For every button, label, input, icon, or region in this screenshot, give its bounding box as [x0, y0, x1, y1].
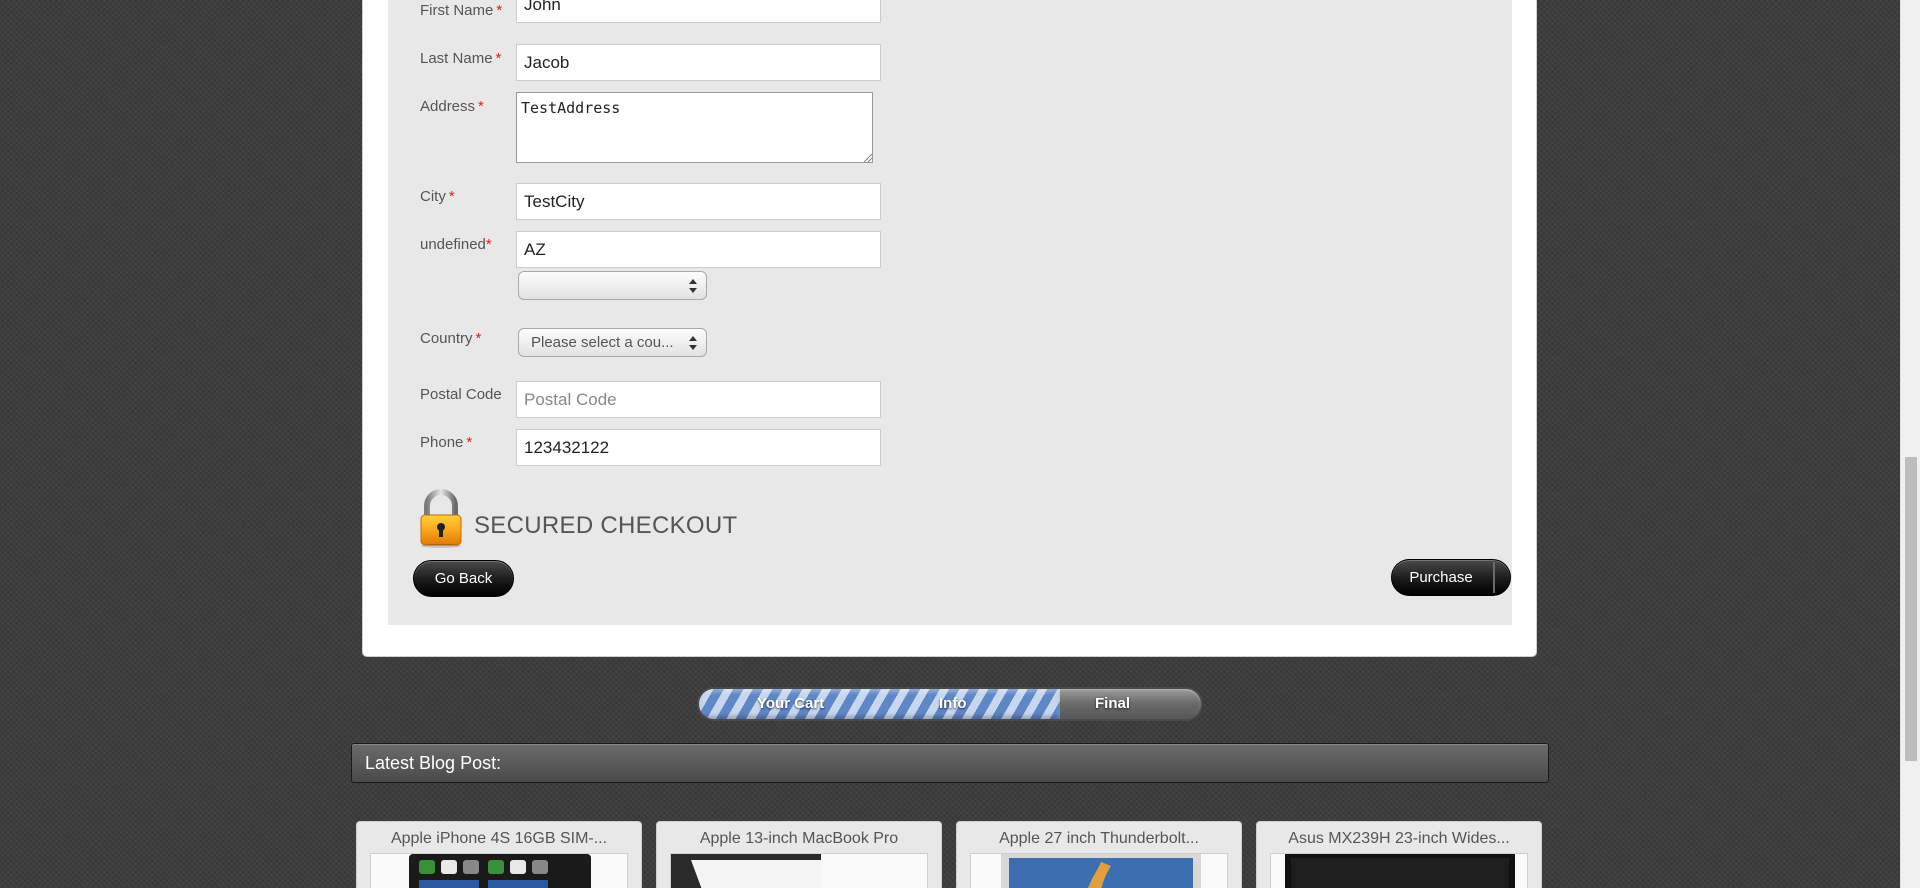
blog-thumbnail[interactable] — [670, 853, 928, 888]
state-input[interactable] — [516, 231, 881, 268]
page-scrollbar[interactable] — [1900, 0, 1920, 888]
first-name-label-text: First Name — [420, 2, 494, 19]
last-name-input[interactable] — [516, 44, 881, 81]
blog-card-title[interactable]: Asus MX239H 23-inch Wides... — [1257, 830, 1541, 848]
resize-grip[interactable] — [864, 154, 872, 162]
required-marker: * — [448, 188, 455, 205]
button-divider — [1493, 562, 1495, 593]
blog-card[interactable]: Apple 13-inch MacBook Pro — [656, 821, 942, 888]
required-marker: * — [466, 434, 473, 451]
postal-code-input[interactable] — [516, 381, 881, 418]
select-arrows-icon — [689, 279, 697, 293]
step-your-cart: Your Cart — [757, 695, 825, 712]
state-label-text: undefined — [420, 236, 486, 253]
last-name-label-text: Last Name — [420, 50, 493, 67]
required-marker: * — [478, 98, 484, 115]
checkout-card: First Name* Last Name* Address* TestAddr… — [362, 0, 1537, 657]
postal-code-label-text: Postal Code — [420, 386, 502, 403]
blog-card-title[interactable]: Apple 13-inch MacBook Pro — [657, 830, 941, 848]
address-textarea[interactable]: TestAddress — [516, 92, 873, 163]
city-label-text: City — [420, 188, 446, 205]
first-name-input[interactable] — [516, 0, 881, 23]
required-marker: * — [475, 330, 482, 347]
padlock-icon — [418, 489, 464, 549]
last-name-label: Last Name * — [420, 50, 501, 67]
country-label: Country * — [420, 330, 481, 347]
phone-input[interactable] — [516, 429, 881, 466]
scrollbar-thumb[interactable] — [1905, 457, 1917, 761]
go-back-label: Go Back — [434, 570, 493, 587]
required-marker: * — [495, 50, 502, 67]
address-label: Address * — [420, 98, 484, 115]
blog-card-title[interactable]: Apple 27 inch Thunderbolt... — [957, 830, 1241, 848]
blog-thumbnail[interactable] — [970, 853, 1228, 888]
city-input[interactable] — [516, 183, 881, 220]
secured-checkout-title: SECURED CHECKOUT — [474, 512, 738, 539]
postal-code-label: Postal Code — [420, 386, 502, 403]
checkout-progress-bar: Your Cart Info Final — [697, 687, 1203, 721]
blog-card-title[interactable]: Apple iPhone 4S 16GB SIM-... — [357, 830, 641, 848]
country-select[interactable]: Please select a cou... — [518, 328, 707, 357]
purchase-button[interactable]: Purchase — [1391, 559, 1511, 596]
latest-blog-header: Latest Blog Post: — [351, 743, 1549, 783]
required-marker: * — [485, 236, 492, 253]
purchase-label: Purchase — [1409, 569, 1473, 586]
address-label-text: Address — [420, 98, 476, 115]
state-select[interactable] — [518, 271, 707, 300]
progress-fill — [699, 689, 1061, 719]
blog-thumbnail[interactable] — [370, 853, 628, 888]
required-marker: * — [496, 2, 503, 19]
select-arrows-icon — [689, 336, 697, 350]
latest-blog-title: Latest Blog Post: — [365, 753, 502, 773]
city-label: City * — [420, 188, 455, 205]
phone-label-text: Phone — [420, 434, 464, 451]
blog-thumbnail[interactable] — [1270, 853, 1528, 888]
blog-card[interactable]: Asus MX239H 23-inch Wides... — [1256, 821, 1542, 888]
billing-form: First Name* Last Name* Address* TestAddr… — [388, 0, 1512, 625]
state-label: undefined* — [420, 236, 492, 253]
first-name-label: First Name * — [420, 2, 502, 19]
phone-label: Phone * — [420, 434, 472, 451]
blog-card[interactable]: Apple iPhone 4S 16GB SIM-... — [356, 821, 642, 888]
step-final: Final — [1095, 695, 1131, 712]
country-label-text: Country — [420, 330, 473, 347]
blog-card[interactable]: Apple 27 inch Thunderbolt... — [956, 821, 1242, 888]
step-info: Info — [939, 695, 967, 712]
country-select-value: Please select a cou... — [531, 334, 674, 351]
go-back-button[interactable]: Go Back — [413, 560, 514, 597]
